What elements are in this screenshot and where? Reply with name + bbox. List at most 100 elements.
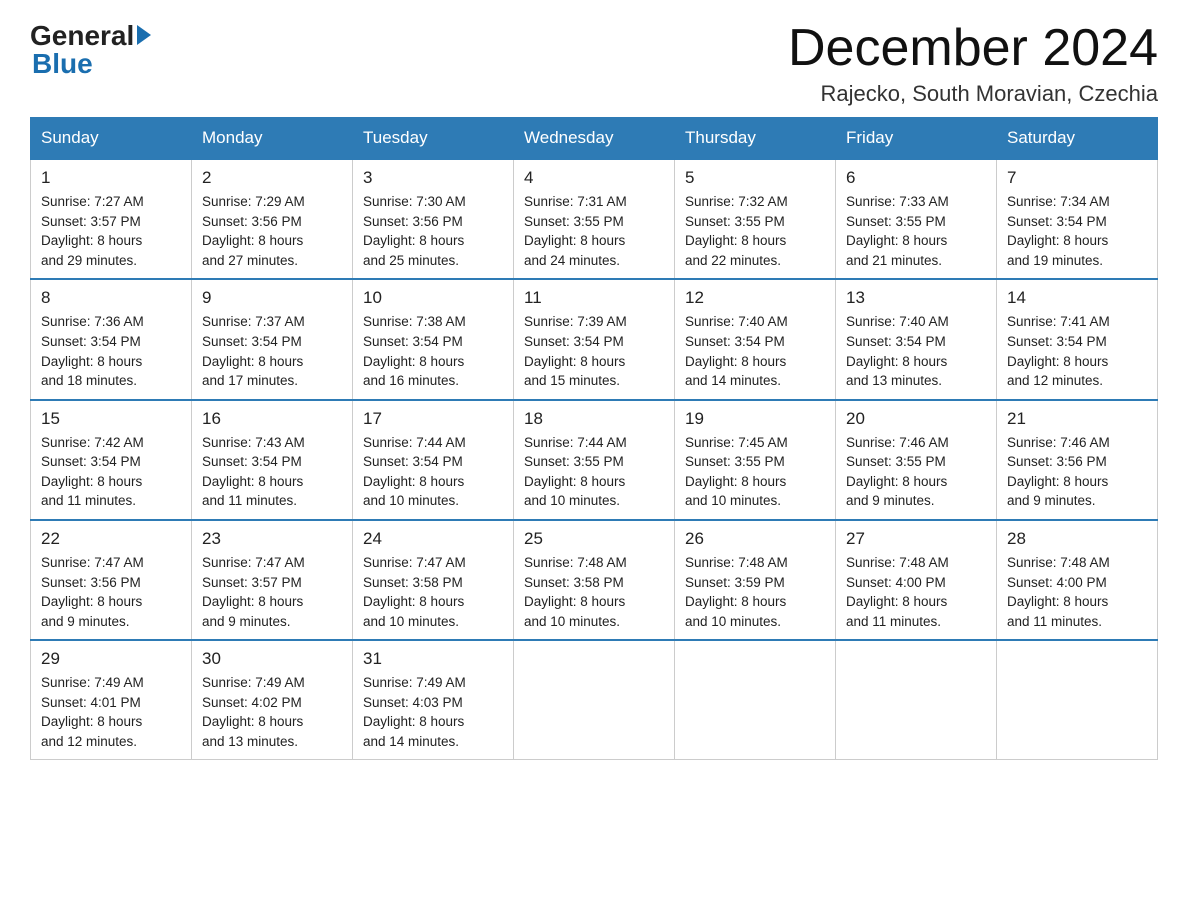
day-info: Sunrise: 7:33 AM Sunset: 3:55 PM Dayligh…	[846, 192, 986, 270]
calendar-cell: 31 Sunrise: 7:49 AM Sunset: 4:03 PM Dayl…	[353, 640, 514, 760]
calendar-cell	[675, 640, 836, 760]
day-number: 20	[846, 409, 986, 429]
day-info: Sunrise: 7:41 AM Sunset: 3:54 PM Dayligh…	[1007, 312, 1147, 390]
header-cell-friday: Friday	[836, 118, 997, 160]
day-number: 8	[41, 288, 181, 308]
day-number: 3	[363, 168, 503, 188]
day-info: Sunrise: 7:42 AM Sunset: 3:54 PM Dayligh…	[41, 433, 181, 511]
day-number: 17	[363, 409, 503, 429]
day-number: 6	[846, 168, 986, 188]
day-info: Sunrise: 7:34 AM Sunset: 3:54 PM Dayligh…	[1007, 192, 1147, 270]
day-info: Sunrise: 7:45 AM Sunset: 3:55 PM Dayligh…	[685, 433, 825, 511]
day-number: 26	[685, 529, 825, 549]
calendar-cell: 14 Sunrise: 7:41 AM Sunset: 3:54 PM Dayl…	[997, 279, 1158, 399]
day-number: 30	[202, 649, 342, 669]
day-info: Sunrise: 7:44 AM Sunset: 3:54 PM Dayligh…	[363, 433, 503, 511]
location: Rajecko, South Moravian, Czechia	[788, 81, 1158, 107]
day-number: 2	[202, 168, 342, 188]
calendar-header-row: SundayMondayTuesdayWednesdayThursdayFrid…	[31, 118, 1158, 160]
calendar-week-row: 15 Sunrise: 7:42 AM Sunset: 3:54 PM Dayl…	[31, 400, 1158, 520]
day-info: Sunrise: 7:30 AM Sunset: 3:56 PM Dayligh…	[363, 192, 503, 270]
calendar-cell: 15 Sunrise: 7:42 AM Sunset: 3:54 PM Dayl…	[31, 400, 192, 520]
header-cell-wednesday: Wednesday	[514, 118, 675, 160]
day-number: 4	[524, 168, 664, 188]
calendar-cell: 4 Sunrise: 7:31 AM Sunset: 3:55 PM Dayli…	[514, 159, 675, 279]
calendar-cell: 8 Sunrise: 7:36 AM Sunset: 3:54 PM Dayli…	[31, 279, 192, 399]
calendar-cell: 29 Sunrise: 7:49 AM Sunset: 4:01 PM Dayl…	[31, 640, 192, 760]
calendar-cell: 24 Sunrise: 7:47 AM Sunset: 3:58 PM Dayl…	[353, 520, 514, 640]
day-info: Sunrise: 7:27 AM Sunset: 3:57 PM Dayligh…	[41, 192, 181, 270]
day-number: 18	[524, 409, 664, 429]
calendar-cell: 2 Sunrise: 7:29 AM Sunset: 3:56 PM Dayli…	[192, 159, 353, 279]
day-number: 11	[524, 288, 664, 308]
calendar-cell: 6 Sunrise: 7:33 AM Sunset: 3:55 PM Dayli…	[836, 159, 997, 279]
calendar-cell: 27 Sunrise: 7:48 AM Sunset: 4:00 PM Dayl…	[836, 520, 997, 640]
calendar-cell: 1 Sunrise: 7:27 AM Sunset: 3:57 PM Dayli…	[31, 159, 192, 279]
day-number: 7	[1007, 168, 1147, 188]
calendar-week-row: 29 Sunrise: 7:49 AM Sunset: 4:01 PM Dayl…	[31, 640, 1158, 760]
calendar-cell: 5 Sunrise: 7:32 AM Sunset: 3:55 PM Dayli…	[675, 159, 836, 279]
header-cell-monday: Monday	[192, 118, 353, 160]
day-number: 23	[202, 529, 342, 549]
calendar-week-row: 1 Sunrise: 7:27 AM Sunset: 3:57 PM Dayli…	[31, 159, 1158, 279]
day-number: 29	[41, 649, 181, 669]
calendar-cell	[836, 640, 997, 760]
day-number: 13	[846, 288, 986, 308]
day-number: 5	[685, 168, 825, 188]
day-number: 16	[202, 409, 342, 429]
day-number: 25	[524, 529, 664, 549]
calendar-cell: 20 Sunrise: 7:46 AM Sunset: 3:55 PM Dayl…	[836, 400, 997, 520]
day-info: Sunrise: 7:31 AM Sunset: 3:55 PM Dayligh…	[524, 192, 664, 270]
calendar-cell: 23 Sunrise: 7:47 AM Sunset: 3:57 PM Dayl…	[192, 520, 353, 640]
day-number: 31	[363, 649, 503, 669]
day-info: Sunrise: 7:40 AM Sunset: 3:54 PM Dayligh…	[846, 312, 986, 390]
day-info: Sunrise: 7:32 AM Sunset: 3:55 PM Dayligh…	[685, 192, 825, 270]
day-info: Sunrise: 7:46 AM Sunset: 3:55 PM Dayligh…	[846, 433, 986, 511]
month-title: December 2024	[788, 20, 1158, 77]
calendar-cell: 3 Sunrise: 7:30 AM Sunset: 3:56 PM Dayli…	[353, 159, 514, 279]
header-cell-tuesday: Tuesday	[353, 118, 514, 160]
day-number: 22	[41, 529, 181, 549]
day-info: Sunrise: 7:48 AM Sunset: 4:00 PM Dayligh…	[846, 553, 986, 631]
calendar-cell: 7 Sunrise: 7:34 AM Sunset: 3:54 PM Dayli…	[997, 159, 1158, 279]
day-info: Sunrise: 7:48 AM Sunset: 4:00 PM Dayligh…	[1007, 553, 1147, 631]
calendar-week-row: 8 Sunrise: 7:36 AM Sunset: 3:54 PM Dayli…	[31, 279, 1158, 399]
day-info: Sunrise: 7:29 AM Sunset: 3:56 PM Dayligh…	[202, 192, 342, 270]
calendar-cell: 12 Sunrise: 7:40 AM Sunset: 3:54 PM Dayl…	[675, 279, 836, 399]
calendar-cell: 30 Sunrise: 7:49 AM Sunset: 4:02 PM Dayl…	[192, 640, 353, 760]
calendar-week-row: 22 Sunrise: 7:47 AM Sunset: 3:56 PM Dayl…	[31, 520, 1158, 640]
day-number: 21	[1007, 409, 1147, 429]
calendar-cell: 22 Sunrise: 7:47 AM Sunset: 3:56 PM Dayl…	[31, 520, 192, 640]
calendar-cell: 18 Sunrise: 7:44 AM Sunset: 3:55 PM Dayl…	[514, 400, 675, 520]
calendar-cell: 25 Sunrise: 7:48 AM Sunset: 3:58 PM Dayl…	[514, 520, 675, 640]
day-number: 27	[846, 529, 986, 549]
day-info: Sunrise: 7:43 AM Sunset: 3:54 PM Dayligh…	[202, 433, 342, 511]
day-info: Sunrise: 7:40 AM Sunset: 3:54 PM Dayligh…	[685, 312, 825, 390]
page-header: General Blue December 2024 Rajecko, Sout…	[30, 20, 1158, 107]
calendar-cell: 19 Sunrise: 7:45 AM Sunset: 3:55 PM Dayl…	[675, 400, 836, 520]
day-info: Sunrise: 7:47 AM Sunset: 3:56 PM Dayligh…	[41, 553, 181, 631]
day-info: Sunrise: 7:49 AM Sunset: 4:02 PM Dayligh…	[202, 673, 342, 751]
day-number: 28	[1007, 529, 1147, 549]
day-number: 12	[685, 288, 825, 308]
day-info: Sunrise: 7:47 AM Sunset: 3:57 PM Dayligh…	[202, 553, 342, 631]
calendar-cell	[514, 640, 675, 760]
logo-arrow-icon	[137, 25, 151, 45]
calendar-cell: 16 Sunrise: 7:43 AM Sunset: 3:54 PM Dayl…	[192, 400, 353, 520]
calendar-cell: 11 Sunrise: 7:39 AM Sunset: 3:54 PM Dayl…	[514, 279, 675, 399]
day-number: 9	[202, 288, 342, 308]
day-info: Sunrise: 7:38 AM Sunset: 3:54 PM Dayligh…	[363, 312, 503, 390]
day-info: Sunrise: 7:48 AM Sunset: 3:59 PM Dayligh…	[685, 553, 825, 631]
calendar-cell: 26 Sunrise: 7:48 AM Sunset: 3:59 PM Dayl…	[675, 520, 836, 640]
logo: General Blue	[30, 20, 151, 80]
header-cell-saturday: Saturday	[997, 118, 1158, 160]
calendar-cell: 13 Sunrise: 7:40 AM Sunset: 3:54 PM Dayl…	[836, 279, 997, 399]
day-info: Sunrise: 7:37 AM Sunset: 3:54 PM Dayligh…	[202, 312, 342, 390]
day-number: 14	[1007, 288, 1147, 308]
day-info: Sunrise: 7:44 AM Sunset: 3:55 PM Dayligh…	[524, 433, 664, 511]
calendar-table: SundayMondayTuesdayWednesdayThursdayFrid…	[30, 117, 1158, 760]
day-number: 24	[363, 529, 503, 549]
calendar-cell: 9 Sunrise: 7:37 AM Sunset: 3:54 PM Dayli…	[192, 279, 353, 399]
title-block: December 2024 Rajecko, South Moravian, C…	[788, 20, 1158, 107]
day-info: Sunrise: 7:39 AM Sunset: 3:54 PM Dayligh…	[524, 312, 664, 390]
